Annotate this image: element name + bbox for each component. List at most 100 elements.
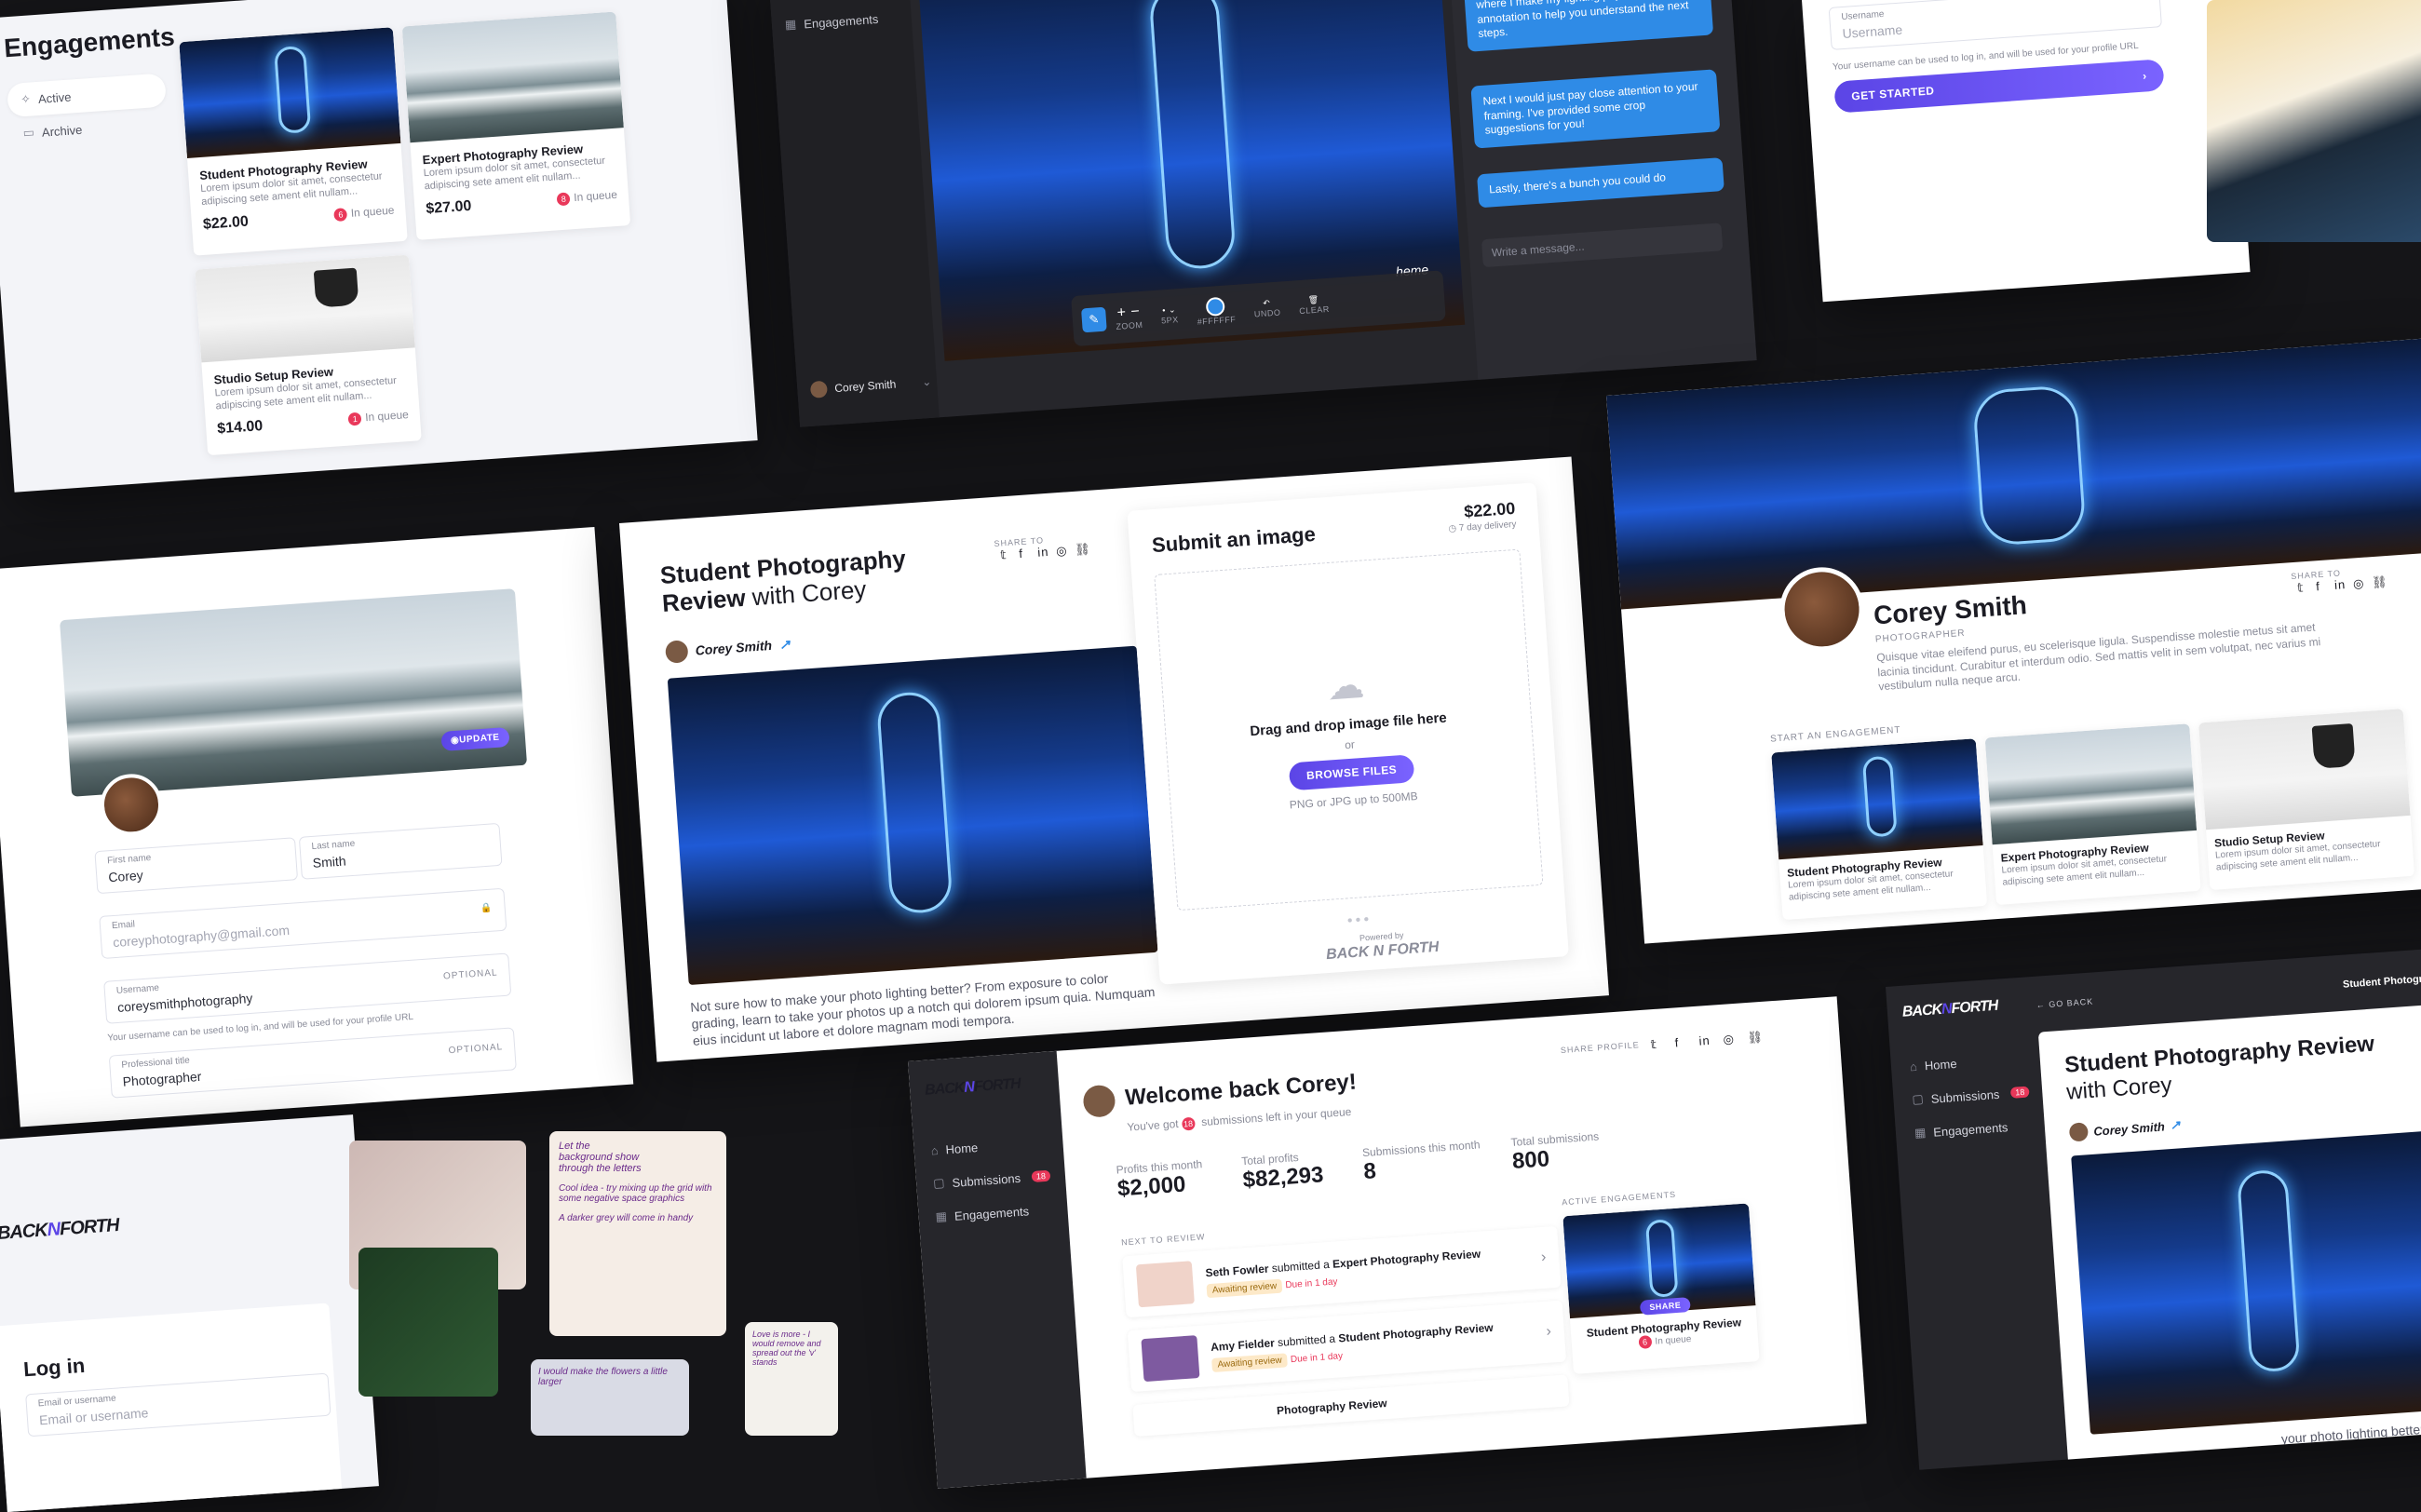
submission-thumb — [1135, 1261, 1195, 1308]
card-photo — [195, 254, 415, 363]
detail-content: Student Photography Review with Corey Co… — [2037, 1002, 2421, 1470]
linkedin-icon[interactable]: in — [2334, 577, 2348, 592]
review-row[interactable]: Amy Fielder submitted a Student Photogra… — [1127, 1300, 1567, 1393]
link-icon[interactable]: ⛓ — [2371, 574, 2388, 589]
first-name-field[interactable]: First name Corey — [94, 837, 299, 895]
engagement-card[interactable]: Expert Photography Review Lorem ipsum dol… — [1984, 723, 2201, 906]
link-icon[interactable]: ⛓ — [1075, 542, 1092, 557]
powered-by: Powered by BACK N FORTH — [1325, 930, 1440, 963]
archive-icon: ▭ — [22, 125, 35, 141]
email-username-field[interactable]: Email or username Email or username — [25, 1372, 331, 1438]
color-picker[interactable]: #FFFFFF — [1196, 296, 1237, 327]
engagements-panel: Engagements ✧ Active ▭ Archive Student Pho… — [0, 0, 758, 493]
engagement-card[interactable]: Studio Setup Review Lorem ipsum dolor si… — [195, 254, 422, 456]
go-back-link[interactable]: ← GO BACK — [2036, 996, 2093, 1009]
link-icon[interactable]: ⛓ — [1747, 1030, 1765, 1045]
chat-panel: As you mentioned, so much of where you c… — [1446, 0, 1757, 380]
facebook-icon[interactable]: f — [2316, 578, 2330, 593]
carousel-dots: ● ● ● — [1346, 913, 1370, 926]
clear-button[interactable]: 🗑 CLEAR — [1298, 293, 1330, 315]
login-title: Log in — [22, 1353, 86, 1382]
twitter-icon[interactable]: 𝕥 — [2297, 580, 2311, 594]
artwork-photo — [358, 1248, 498, 1397]
stat: Submissions this month 8 — [1361, 1138, 1481, 1185]
grid-icon: ▦ — [1914, 1125, 1927, 1141]
zoom-control[interactable]: + − ZOOM — [1115, 304, 1143, 331]
section-label: START AN ENGAGEMENT — [1769, 724, 1901, 745]
email-field[interactable]: Email coreyphotography@gmail.com 🔒 — [99, 887, 507, 959]
avatar — [1082, 1084, 1116, 1118]
stat: Profits this month $2,000 — [1116, 1157, 1203, 1202]
twitter-icon[interactable]: 𝕥 — [1650, 1036, 1664, 1051]
top-right-label: Student Photogr — [2342, 973, 2421, 991]
detail-panel: BACKNFORTH ← GO BACK Student Photogr ⌂ Ho… — [1886, 948, 2421, 1470]
profile-edit-panel: ◉ UPDATE First name Corey Last name Smit… — [0, 526, 634, 1127]
share-profile: SHARE PROFILE 𝕥 f in ◎ ⛓ — [1560, 1029, 1765, 1056]
section-label: NEXT TO REVIEW — [1120, 1232, 1206, 1248]
instagram-icon[interactable]: ◎ — [1056, 543, 1070, 558]
instagram-icon[interactable]: ◎ — [2353, 576, 2367, 591]
chat-message: Next I would just pay close attention to… — [1470, 69, 1721, 149]
submit-title: Submit an image — [1151, 521, 1317, 558]
share-row: SHARE TO 𝕥 f in ◎ ⛓ — [994, 535, 1092, 562]
queue-summary: You've got 18 submissions left in your q… — [1127, 1104, 1352, 1134]
last-name-field[interactable]: Last name Smith — [298, 822, 503, 880]
active-engagement-card[interactable]: SHARE Student Photography Review 6 In que… — [1562, 1203, 1760, 1374]
listing-panel: Student Photography Review with Corey SH… — [619, 456, 1609, 1062]
card-photo — [1771, 738, 1983, 860]
card-photo — [179, 27, 401, 158]
pencil-tool-icon[interactable]: ✎ — [1081, 306, 1107, 333]
section-label: ACTIVE ENGAGEMENTS — [1561, 1189, 1677, 1208]
nav-engagements[interactable]: ▦ Engagements — [771, 0, 913, 43]
engagement-card[interactable]: Student Photography Review Lorem ipsum d… — [179, 27, 408, 256]
back-n-forth-logo: BACKNFORTH — [924, 1075, 1021, 1099]
profile-role: PHOTOGRAPHER — [1874, 628, 1966, 645]
sidebar: ▦ Engagements Corey Smith ⌄ — [768, 0, 940, 427]
card-photo — [2198, 709, 2411, 830]
user-menu[interactable]: Corey Smith ⌄ — [809, 373, 932, 398]
facebook-icon[interactable]: f — [1674, 1035, 1688, 1049]
artwork-note: I would make the flowers a little larger — [531, 1359, 689, 1436]
public-profile-panel: Corey Smith PHOTOGRAPHER Quisque vitae e… — [1606, 337, 2421, 944]
message-input[interactable]: Write a message... — [1481, 223, 1724, 268]
submit-card: Submit an image $22.00 ◷ 7 day delivery … — [1127, 482, 1569, 985]
linkedin-icon[interactable]: in — [1037, 545, 1051, 560]
lock-icon: 🔒 — [480, 902, 494, 914]
facebook-icon[interactable]: f — [1019, 546, 1033, 560]
external-link-icon: ↗ — [778, 636, 791, 652]
engagement-card[interactable]: Studio Setup Review Lorem ipsum dolor sit… — [2198, 709, 2415, 891]
dropzone[interactable]: ☁ Drag and drop image file here or BROWS… — [1154, 548, 1544, 911]
artwork-note: Let the background show through the lett… — [549, 1131, 726, 1336]
chevron-right-icon: › — [1546, 1323, 1552, 1340]
undo-button[interactable]: ↶ UNDO — [1253, 297, 1281, 318]
undo-icon: ↶ — [1262, 297, 1271, 308]
chat-message: As you mentioned, so much of where you c… — [1461, 0, 1714, 52]
cover-photo — [59, 588, 528, 797]
instagram-icon[interactable]: ◎ — [1723, 1032, 1737, 1046]
engagement-card[interactable]: Expert Photography Review Lorem ipsum do… — [401, 11, 631, 240]
grid-icon: ▦ — [784, 17, 797, 32]
listing-title: Student Photography Review with Corey — [658, 544, 907, 617]
profile-name: Corey Smith — [1873, 590, 2028, 630]
sidebar: BACKNFORTH ⌂ Home ▢ Submissions 18 ▦ Engagem… — [908, 1050, 1087, 1489]
back-n-forth-logo: BACKNFORTH — [0, 1214, 120, 1245]
annotator-panel: ▦ Engagements Corey Smith ⌄ heme ✎ + − ZOO… — [768, 0, 1757, 427]
chevron-right-icon: › — [1540, 1249, 1547, 1266]
home-icon: ⌂ — [1909, 1059, 1918, 1074]
inbox-icon: ▢ — [1911, 1091, 1925, 1107]
submission-thumb — [1141, 1335, 1200, 1383]
engagement-card[interactable]: Student Photography Review Lorem ipsum do… — [1771, 738, 1988, 921]
twitter-icon[interactable]: 𝕥 — [1000, 547, 1014, 561]
detail-description: your photo lighting better? — [2280, 1421, 2421, 1447]
login-panel: BACKNFORTH Log in Email or username Emai… — [0, 1114, 379, 1512]
brush-size-select[interactable]: • ⌄ 5PX — [1160, 304, 1179, 325]
page-title: Engagements — [3, 21, 176, 63]
username-field[interactable]: Username OPTIONAL coreysmithphotography — [103, 952, 512, 1024]
author-link[interactable]: Corey Smith ↗ — [664, 633, 791, 664]
artwork-note: Love is more - I would remove and spread… — [745, 1322, 838, 1436]
chevron-down-icon: ⌄ — [921, 374, 932, 389]
linkedin-icon[interactable]: in — [1698, 1033, 1712, 1048]
author-link[interactable]: Corey Smith ↗ — [2068, 1115, 2182, 1142]
sparkle-icon: ✧ — [20, 91, 32, 107]
browse-files-button[interactable]: BROWSE FILES — [1289, 753, 1415, 790]
